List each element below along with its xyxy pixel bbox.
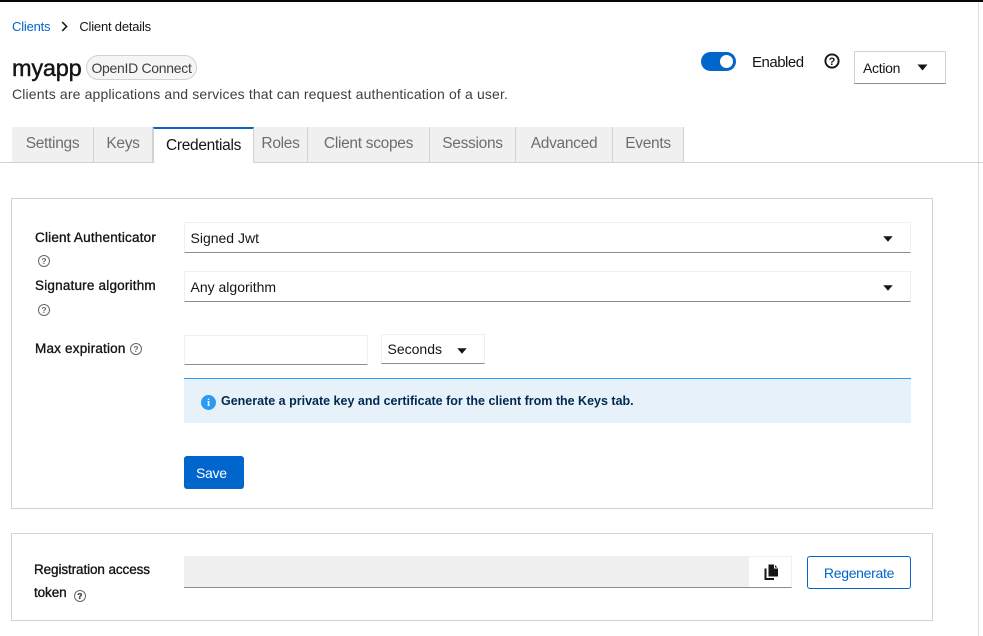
svg-text:?: ?: [829, 56, 836, 68]
